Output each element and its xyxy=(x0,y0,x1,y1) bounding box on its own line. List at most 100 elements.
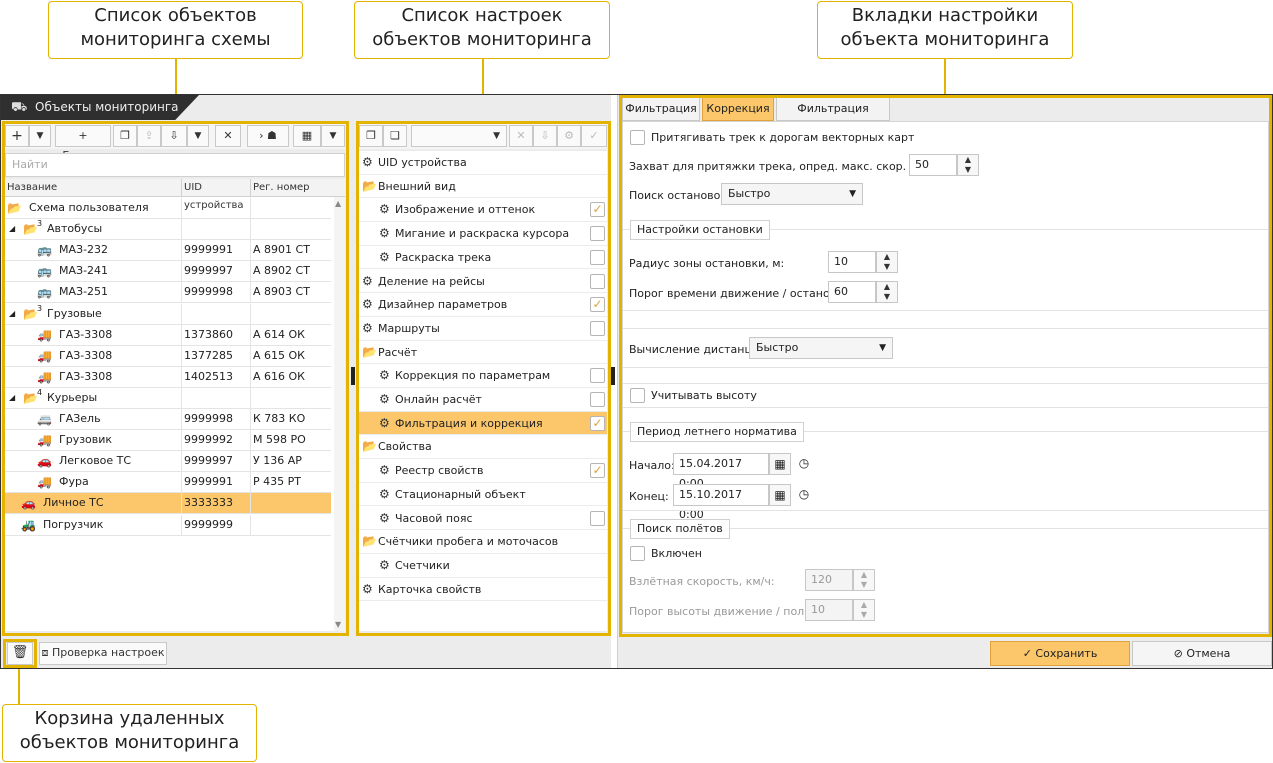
snap-checkbox[interactable] xyxy=(630,130,645,145)
tree-row[interactable]: 🚐 ГАЗель 9999998 К 783 КО xyxy=(5,409,331,430)
tab-filter[interactable]: Фильтрация xyxy=(622,97,700,121)
trash-button[interactable]: 🗑 xyxy=(7,642,33,665)
window-tab[interactable]: ⛟ Объекты мониторинга xyxy=(1,95,199,120)
settings-item[interactable]: ⚙ Реестр свойств ✓ xyxy=(359,459,607,483)
settings-item-checkbox[interactable] xyxy=(590,249,605,265)
add-button[interactable]: + xyxy=(5,125,29,147)
tree-row[interactable]: 🚚 ГАЗ-3308 1402513 А 616 ОК xyxy=(5,366,331,388)
scroll-up-icon[interactable]: ▲ xyxy=(335,199,341,208)
settings-item[interactable]: ⚙ UID устройства xyxy=(359,151,607,175)
settings-item[interactable]: ⚙ Маршруты xyxy=(359,317,607,341)
copy-settings-button[interactable]: ❐ xyxy=(359,125,383,147)
settings-item-checkbox[interactable] xyxy=(590,320,605,336)
settings-item[interactable]: ⚙ Счетчики xyxy=(359,554,607,578)
settings-item[interactable]: ⚙ Коррекция по параметрам xyxy=(359,364,607,388)
tab-geofence-filter[interactable]: Фильтрация геозон xyxy=(776,97,890,137)
settings-item[interactable]: ⚙ Стационарный объект xyxy=(359,483,607,507)
settings-item-checkbox[interactable] xyxy=(590,368,605,384)
height-checkbox[interactable] xyxy=(630,388,645,403)
stop-time-input[interactable]: 60 xyxy=(828,281,876,303)
tree-row[interactable]: 🚌 МАЗ-241 9999997 А 8902 СТ xyxy=(5,261,331,283)
end-date-input[interactable]: 15.10.2017 0:00 xyxy=(673,484,769,521)
tree-row[interactable]: 🚚 Фура 9999991 Р 435 РТ xyxy=(5,472,331,494)
tab-correction[interactable]: Коррекция xyxy=(702,97,774,121)
splitter-handle[interactable] xyxy=(351,367,355,385)
save-button[interactable]: ✓ Сохранить xyxy=(990,641,1130,666)
settings-item[interactable]: ⚙ Онлайн расчёт xyxy=(359,388,607,412)
copy-button[interactable]: ❐ xyxy=(113,125,137,147)
scroll-down-icon[interactable]: ▼ xyxy=(335,620,341,629)
apply-settings-button[interactable]: ✓ xyxy=(581,125,607,147)
tree-row[interactable]: 🚌 МАЗ-232 9999991 А 8901 СТ xyxy=(5,240,331,262)
cancel-button[interactable]: ⊘ Отмена xyxy=(1132,641,1272,666)
settings-item-checkbox[interactable]: ✓ xyxy=(590,297,605,313)
height-threshold-stepper[interactable]: ▲ ▼ xyxy=(853,599,875,621)
settings-item-checkbox[interactable] xyxy=(590,392,605,407)
stop-search-select[interactable]: Быстро ▼ xyxy=(721,183,863,205)
add-group-button[interactable]: + Группа xyxy=(55,125,111,162)
settings-item[interactable]: 📂 Свойства xyxy=(359,435,607,460)
add-dropdown-button[interactable]: ▼ xyxy=(29,125,51,147)
column-header-name[interactable]: Название xyxy=(5,179,181,197)
columns-button[interactable]: ▦ xyxy=(293,125,321,147)
stop-radius-stepper[interactable]: ▲ ▼ xyxy=(876,251,898,273)
search-input[interactable]: Найти xyxy=(5,153,345,177)
settings-item[interactable]: 📂 Расчёт xyxy=(359,341,607,365)
settings-item[interactable]: ⚙ Деление на рейсы xyxy=(359,270,607,294)
settings-item-checkbox[interactable]: ✓ xyxy=(590,415,605,431)
settings-item[interactable]: ⚙ Изображение и оттенок ✓ xyxy=(359,198,607,223)
splitter-handle[interactable] xyxy=(611,367,615,385)
settings-item[interactable]: 📂 Счётчики пробега и моточасов xyxy=(359,530,607,554)
columns-dropdown-button[interactable]: ▼ xyxy=(321,125,345,147)
takeoff-input[interactable]: 120 xyxy=(805,569,853,591)
start-calendar-button[interactable]: ▦ xyxy=(769,453,791,475)
settings-item-checkbox[interactable] xyxy=(590,226,605,242)
settings-item[interactable]: ⚙ Мигание и раскраска курсора xyxy=(359,222,607,246)
capture-input[interactable]: 50 xyxy=(909,154,957,176)
capture-stepper[interactable]: ▲ ▼ xyxy=(957,154,979,176)
settings-item[interactable]: ⚙ Дизайнер параметров ✓ xyxy=(359,293,607,317)
tree-row[interactable]: ◢ 📂 4 Курьеры xyxy=(5,387,331,409)
start-clock-button[interactable]: ◷ xyxy=(793,453,815,475)
flight-checkbox[interactable] xyxy=(630,546,645,561)
settings-item-checkbox[interactable]: ✓ xyxy=(590,202,605,218)
check-settings-button[interactable]: ⧈ Проверка настроек xyxy=(39,642,167,665)
settings-item-checkbox[interactable] xyxy=(590,510,605,526)
settings-gear-button[interactable]: ⚙ xyxy=(557,125,581,147)
move-button[interactable]: › ☗ xyxy=(247,125,289,147)
import-dropdown-button[interactable]: ▼ xyxy=(187,125,209,147)
settings-item[interactable]: 📂 Внешний вид xyxy=(359,175,607,199)
tree-row[interactable]: 🚚 ГАЗ-3308 1377285 А 615 ОК xyxy=(5,345,331,367)
settings-item[interactable]: ⚙ Карточка свойств xyxy=(359,578,607,602)
takeoff-stepper[interactable]: ▲ ▼ xyxy=(853,569,875,591)
import-settings-button[interactable]: ⇩ xyxy=(533,125,557,147)
settings-item-checkbox[interactable] xyxy=(590,273,605,289)
height-threshold-input[interactable]: 10 xyxy=(805,599,853,621)
tree-row[interactable]: 🚚 Грузовик 9999992 М 598 РО xyxy=(5,430,331,452)
tree-row[interactable]: 📂 Схема пользователя xyxy=(5,198,331,219)
settings-filter-select[interactable]: ▼ xyxy=(411,125,507,147)
end-clock-button[interactable]: ◷ xyxy=(793,484,815,506)
tree-row[interactable]: 🚚 ГАЗ-3308 1373860 А 614 ОК xyxy=(5,324,331,346)
settings-item[interactable]: ⚙ Часовой пояс xyxy=(359,507,607,531)
stop-time-stepper[interactable]: ▲ ▼ xyxy=(876,281,898,303)
clear-settings-button[interactable]: ✕ xyxy=(509,125,533,147)
distance-select[interactable]: Быстро ▼ xyxy=(749,337,893,359)
end-calendar-button[interactable]: ▦ xyxy=(769,484,791,506)
collapse-icon[interactable]: ◢ xyxy=(9,388,15,408)
stop-radius-input[interactable]: 10 xyxy=(828,251,876,273)
import-button[interactable]: ⇩ xyxy=(161,125,187,147)
start-date-input[interactable]: 15.04.2017 0:00 xyxy=(673,453,769,490)
tree-row[interactable]: 🚗 Легковое ТС 9999997 У 136 АР xyxy=(5,451,331,473)
column-header-uid[interactable]: UID устройства xyxy=(181,179,250,211)
tree-row[interactable]: ◢ 📂 3 Грузовые xyxy=(5,303,331,325)
collapse-icon[interactable]: ◢ xyxy=(9,219,15,239)
tree-scrollbar[interactable]: ▲ ▼ xyxy=(334,197,345,631)
tree-row[interactable]: 🚗 Личное ТС 3333333 xyxy=(5,493,331,515)
paste-settings-button[interactable]: ❏ xyxy=(383,125,407,147)
delete-button[interactable]: ✕ xyxy=(215,125,241,147)
tree-row[interactable]: 🚌 МАЗ-251 9999998 А 8903 СТ xyxy=(5,282,331,304)
tree-row[interactable]: 🚜 Погрузчик 9999999 xyxy=(5,514,331,536)
settings-item-checkbox[interactable]: ✓ xyxy=(590,463,605,479)
settings-item[interactable]: ⚙ Фильтрация и коррекция ✓ xyxy=(359,411,607,436)
